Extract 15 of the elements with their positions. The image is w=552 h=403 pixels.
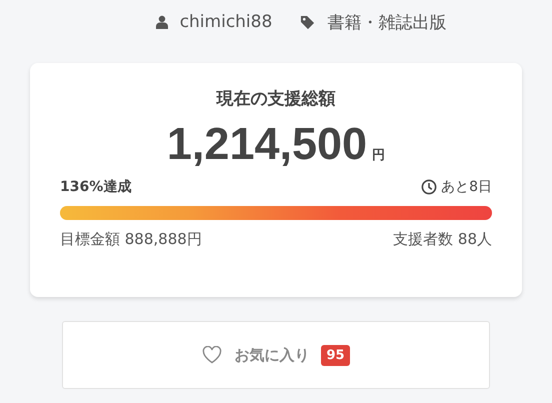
tag-icon [300, 14, 316, 30]
currency-unit: 円 [372, 147, 386, 164]
remaining-days: あと8日 [441, 178, 492, 196]
category-label[interactable]: 書籍・雑誌出版 [327, 10, 446, 34]
heart-icon [202, 346, 222, 364]
achievement-rate: 136%達成 [60, 178, 132, 196]
favorite-button[interactable]: お気に入り 95 [62, 321, 490, 389]
author-name[interactable]: chimichi88 [180, 12, 272, 32]
total-amount: 1,214,500 [166, 118, 368, 170]
goal-amount: 目標金額 888,888円 [60, 230, 202, 249]
clock-icon [421, 179, 438, 195]
user-icon [156, 15, 168, 29]
favorite-count: 95 [321, 344, 350, 366]
backer-count: 支援者数 88人 [393, 230, 492, 249]
funding-title: 現在の支援総額 [215, 88, 336, 110]
